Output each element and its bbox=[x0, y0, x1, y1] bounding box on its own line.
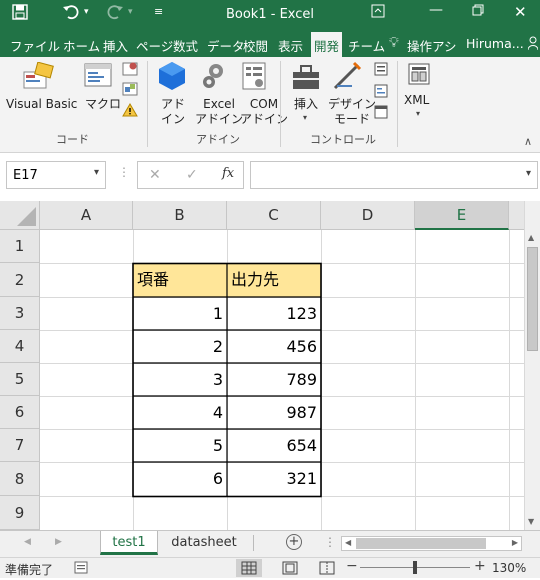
macro-security-icon[interactable] bbox=[122, 102, 138, 121]
visual-basic-button[interactable]: Visual Basic bbox=[6, 97, 77, 112]
sheet-tab-test1[interactable]: test1 bbox=[100, 531, 158, 555]
formula-buttons: ✕ ✓ fx bbox=[137, 161, 244, 189]
excel-addin-button[interactable]: Excel アドイン bbox=[195, 97, 243, 127]
page-break-view-button[interactable] bbox=[317, 559, 337, 580]
split-handle-icon[interactable]: ⋮ bbox=[324, 535, 336, 549]
collapse-ribbon-icon[interactable]: ∧ bbox=[524, 135, 532, 148]
group-label-controls: コントロール bbox=[310, 133, 376, 146]
name-box-value: E17 bbox=[13, 168, 38, 183]
share-icon[interactable] bbox=[527, 36, 539, 53]
excel-addin-icon bbox=[200, 61, 228, 95]
run-dialog-icon[interactable] bbox=[374, 104, 388, 123]
user-name[interactable]: Hiruma... bbox=[466, 36, 524, 51]
horizontal-scrollbar[interactable]: ◀ ▶ bbox=[341, 536, 522, 551]
sheet-tab-bar: ◀ ▶ test1 datasheet + ⋮ ◀ ▶ bbox=[0, 530, 540, 557]
com-addin-icon bbox=[241, 61, 269, 95]
tell-me-search[interactable]: 操作アシ bbox=[407, 36, 457, 55]
group-separator bbox=[397, 61, 398, 147]
new-sheet-icon[interactable]: + bbox=[286, 534, 302, 550]
scroll-down-icon[interactable]: ▼ bbox=[528, 517, 534, 526]
insert-function-icon[interactable]: fx bbox=[222, 166, 234, 181]
formula-bar: E17 ▾ ⋮ ✕ ✓ fx ▾ bbox=[0, 153, 540, 201]
com-addin-label-line1: COM bbox=[249, 97, 279, 111]
formula-input[interactable]: ▾ bbox=[250, 161, 538, 189]
window-title: Book1 - Excel bbox=[225, 7, 315, 22]
tab-separator bbox=[253, 535, 254, 551]
sheet-tab-datasheet[interactable]: datasheet bbox=[162, 531, 246, 555]
addin-label-line1: アド bbox=[161, 97, 186, 111]
vertical-scrollbar[interactable]: ▲ ▼ bbox=[524, 201, 540, 530]
record-macro-icon[interactable] bbox=[122, 61, 138, 80]
ribbon-panel: Visual Basic マクロ コード アド イン Excel アドイン CO… bbox=[0, 57, 540, 153]
insert-dropdown-icon[interactable]: ▾ bbox=[303, 113, 307, 122]
expand-formula-icon[interactable]: ▾ bbox=[526, 168, 531, 179]
xml-button[interactable]: XML bbox=[404, 93, 429, 108]
resize-handle-icon[interactable]: ⋮ bbox=[118, 165, 130, 179]
excel-addin-label-line1: Excel bbox=[203, 97, 235, 111]
worksheet-grid[interactable]: A B C D E 1 2 3 4 5 6 7 8 9 項番 出力先 1 123… bbox=[0, 201, 524, 530]
scroll-right-icon[interactable]: ▶ bbox=[512, 538, 518, 547]
enter-icon[interactable]: ✓ bbox=[186, 167, 198, 183]
xml-dropdown-icon[interactable]: ▾ bbox=[416, 109, 420, 118]
addin-label-line2: イン bbox=[161, 112, 186, 126]
ribbon-tabs: ファイル ホーム 挿入 ページ 数式 データ 校閲 表示 開発 チーム 💡︎ 操… bbox=[0, 30, 540, 57]
macro-record-status-icon[interactable] bbox=[74, 561, 88, 577]
tab-team[interactable]: チーム bbox=[348, 36, 385, 55]
group-label-addin: アドイン bbox=[196, 133, 240, 146]
hscroll-thumb[interactable] bbox=[356, 538, 486, 549]
zoom-slider-thumb[interactable] bbox=[413, 561, 417, 574]
design-mode-label-line2: モード bbox=[334, 112, 371, 126]
properties-icon[interactable] bbox=[374, 61, 388, 80]
tab-review[interactable]: 校閲 bbox=[243, 36, 268, 55]
next-sheet-icon[interactable]: ▶ bbox=[55, 537, 62, 547]
cancel-icon[interactable]: ✕ bbox=[149, 167, 161, 183]
tab-file[interactable]: ファイル bbox=[10, 36, 60, 55]
close-icon[interactable]: ✕ bbox=[514, 3, 527, 21]
tab-home[interactable]: ホーム bbox=[63, 36, 100, 55]
scroll-left-icon[interactable]: ◀ bbox=[345, 538, 351, 547]
normal-view-button[interactable] bbox=[236, 559, 262, 577]
relative-reference-icon[interactable] bbox=[122, 81, 138, 100]
tab-data[interactable]: データ bbox=[207, 36, 245, 55]
insert-control-button[interactable]: 挿入 bbox=[294, 97, 318, 112]
prev-sheet-icon[interactable]: ◀ bbox=[24, 537, 31, 547]
excel-addin-label-line2: アドイン bbox=[195, 112, 244, 126]
toolbox-icon bbox=[291, 63, 321, 95]
minimize-icon[interactable]: — bbox=[429, 2, 443, 18]
name-box[interactable]: E17 ▾ bbox=[6, 161, 106, 189]
zoom-in-icon[interactable]: + bbox=[474, 558, 486, 574]
macro-icon bbox=[84, 63, 112, 93]
view-code-icon[interactable] bbox=[374, 83, 388, 102]
group-separator bbox=[147, 61, 148, 147]
table-borders bbox=[132, 262, 322, 498]
zoom-level[interactable]: 130% bbox=[492, 561, 526, 575]
xml-source-icon bbox=[407, 62, 431, 90]
scrollbar-thumb[interactable] bbox=[527, 247, 538, 351]
status-bar: 準備完了 − + 130% bbox=[0, 557, 540, 578]
status-ready: 準備完了 bbox=[5, 563, 54, 577]
tab-page-layout[interactable]: ページ bbox=[136, 36, 173, 55]
group-label-code: コード bbox=[56, 133, 89, 146]
restore-icon[interactable] bbox=[472, 4, 484, 20]
store-addin-icon bbox=[158, 61, 186, 95]
scroll-up-icon[interactable]: ▲ bbox=[528, 233, 534, 242]
tab-formulas[interactable]: 数式 bbox=[173, 36, 198, 55]
group-separator bbox=[280, 61, 281, 147]
tab-insert[interactable]: 挿入 bbox=[103, 36, 128, 55]
ribbon-display-options-icon[interactable] bbox=[371, 4, 385, 22]
addin-button[interactable]: アド イン bbox=[161, 97, 185, 127]
page-layout-view-button[interactable] bbox=[280, 559, 300, 580]
macro-button[interactable]: マクロ bbox=[85, 97, 121, 112]
name-box-dropdown-icon[interactable]: ▾ bbox=[94, 167, 99, 178]
title-bar: ▾ ▾ ≡ Book1 - Excel — ✕ bbox=[0, 0, 540, 30]
tab-view[interactable]: 表示 bbox=[278, 36, 303, 55]
zoom-out-icon[interactable]: − bbox=[346, 558, 358, 574]
design-mode-icon bbox=[332, 61, 364, 95]
visual-basic-icon bbox=[22, 61, 56, 94]
design-mode-label-line1: デザイン bbox=[328, 97, 377, 111]
tab-developer[interactable]: 開発 bbox=[311, 32, 343, 57]
design-mode-button[interactable]: デザイン モード bbox=[328, 97, 376, 127]
lightbulb-icon: 💡︎ bbox=[389, 35, 399, 51]
